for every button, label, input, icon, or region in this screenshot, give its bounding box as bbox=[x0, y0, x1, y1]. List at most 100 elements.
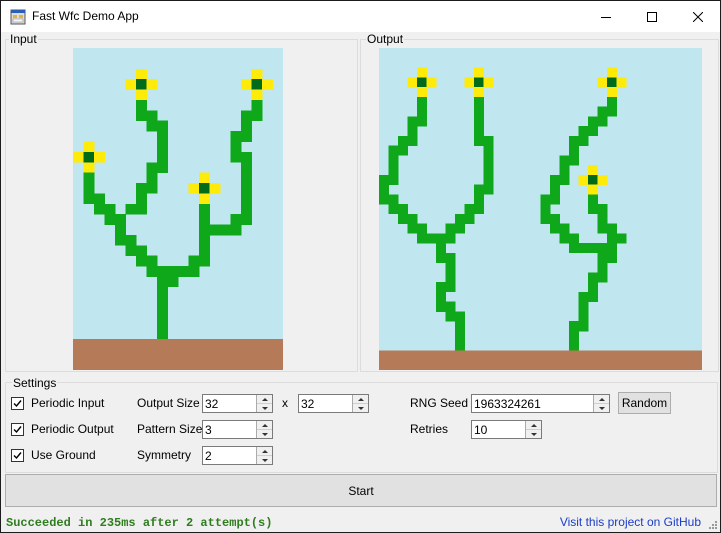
spin-down-button[interactable] bbox=[257, 430, 272, 438]
output-pixel bbox=[569, 330, 579, 342]
input-pixel bbox=[230, 359, 242, 370]
pattern-size-input[interactable]: 3 bbox=[202, 420, 273, 439]
periodic-output-check[interactable] bbox=[11, 422, 24, 436]
maximize-button[interactable] bbox=[629, 1, 675, 32]
start-button[interactable]: Start bbox=[5, 474, 717, 507]
input-pixel bbox=[94, 193, 105, 205]
output-pixel bbox=[455, 321, 465, 332]
input-pixel bbox=[241, 183, 252, 194]
output-pixel bbox=[607, 350, 617, 361]
input-pixel bbox=[136, 255, 147, 267]
app-icon bbox=[10, 9, 26, 25]
rng-seed-input[interactable]: 1963324261 bbox=[471, 394, 610, 413]
input-pixel bbox=[241, 359, 252, 370]
input-pixel bbox=[83, 162, 95, 173]
close-button[interactable] bbox=[675, 1, 720, 32]
input-pixel bbox=[157, 276, 168, 288]
resize-grip-icon[interactable] bbox=[708, 520, 718, 530]
input-pixel bbox=[115, 359, 126, 370]
output-pixel bbox=[588, 116, 598, 127]
retries-input[interactable]: 10 bbox=[471, 420, 542, 439]
input-pixel bbox=[146, 110, 158, 122]
input-pixel bbox=[199, 359, 210, 370]
input-pixel bbox=[199, 172, 210, 184]
input-pixel bbox=[125, 338, 137, 350]
output-pixel bbox=[379, 360, 389, 370]
chevron-down-icon bbox=[357, 406, 364, 410]
input-pixel bbox=[209, 224, 221, 236]
symmetry-input[interactable]: 2 bbox=[202, 446, 273, 465]
input-pixel bbox=[178, 338, 189, 350]
input-pixel bbox=[167, 338, 179, 350]
random-button[interactable]: Random bbox=[618, 392, 671, 414]
input-pixel bbox=[115, 224, 126, 236]
output-pixel bbox=[588, 126, 598, 137]
output-pixel bbox=[436, 350, 446, 361]
output-pixel bbox=[398, 204, 408, 215]
output-pixel bbox=[455, 311, 465, 322]
output-pixel bbox=[426, 350, 437, 361]
output-width-input[interactable]: 32 bbox=[202, 394, 273, 413]
input-pixel bbox=[136, 79, 147, 90]
output-pixel bbox=[597, 106, 608, 117]
spin-up-button[interactable] bbox=[257, 395, 272, 404]
output-pixel bbox=[588, 282, 598, 293]
output-pixel bbox=[645, 360, 655, 370]
input-pixel bbox=[241, 172, 252, 184]
input-pixel bbox=[157, 131, 168, 142]
input-pixel bbox=[220, 349, 231, 360]
input-pixel bbox=[146, 79, 158, 90]
input-pixel bbox=[157, 266, 168, 277]
periodic-input-check[interactable] bbox=[11, 396, 24, 410]
input-pixel bbox=[167, 266, 179, 277]
output-pixel bbox=[436, 301, 446, 312]
output-pixel bbox=[493, 360, 503, 370]
use-ground-checkbox[interactable]: Use Ground bbox=[11, 448, 96, 462]
spin-up-button[interactable] bbox=[594, 395, 609, 404]
output-pixel bbox=[559, 165, 570, 176]
output-pixel bbox=[578, 301, 589, 312]
input-pixel bbox=[167, 359, 179, 370]
output-pixel bbox=[597, 223, 608, 234]
input-pixel bbox=[262, 338, 273, 350]
spin-down-button[interactable] bbox=[257, 456, 272, 464]
spin-up-button[interactable] bbox=[257, 447, 272, 456]
output-pixel bbox=[474, 77, 484, 88]
spin-up-button[interactable] bbox=[526, 421, 541, 430]
spin-down-button[interactable] bbox=[257, 404, 272, 412]
output-pixel bbox=[379, 350, 389, 361]
spin-up-button[interactable] bbox=[353, 395, 368, 404]
output-pixel bbox=[512, 360, 522, 370]
use-ground-check[interactable] bbox=[11, 448, 24, 462]
output-height-input[interactable]: 32 bbox=[298, 394, 369, 413]
output-pixel bbox=[578, 135, 589, 146]
minimize-button[interactable] bbox=[583, 1, 629, 32]
output-pixel bbox=[464, 204, 475, 215]
input-pixel bbox=[104, 203, 116, 215]
spin-down-button[interactable] bbox=[594, 404, 609, 412]
input-pixel bbox=[136, 99, 147, 111]
output-pixel bbox=[379, 184, 389, 195]
output-pixel bbox=[474, 116, 484, 127]
input-pixel bbox=[199, 338, 210, 350]
output-pixel bbox=[616, 350, 627, 361]
checkmark-icon bbox=[13, 425, 22, 433]
spin-down-button[interactable] bbox=[526, 430, 541, 438]
spin-down-button[interactable] bbox=[353, 404, 368, 412]
github-link[interactable]: Visit this project on GitHub bbox=[560, 515, 701, 529]
output-pixel bbox=[588, 360, 598, 370]
output-pixel bbox=[379, 194, 389, 205]
periodic-input-checkbox[interactable]: Periodic Input bbox=[11, 396, 104, 410]
input-pixel bbox=[241, 203, 252, 215]
input-pixel bbox=[94, 359, 105, 370]
input-pixel bbox=[83, 193, 95, 205]
output-pixel bbox=[616, 233, 627, 244]
output-pixel bbox=[597, 77, 608, 88]
output-pixel bbox=[540, 360, 551, 370]
checkmark-icon bbox=[13, 399, 22, 407]
output-pixel bbox=[398, 360, 408, 370]
spin-up-button[interactable] bbox=[257, 421, 272, 430]
input-pixel bbox=[241, 162, 252, 173]
output-pixel bbox=[417, 77, 427, 88]
periodic-output-checkbox[interactable]: Periodic Output bbox=[11, 422, 114, 436]
